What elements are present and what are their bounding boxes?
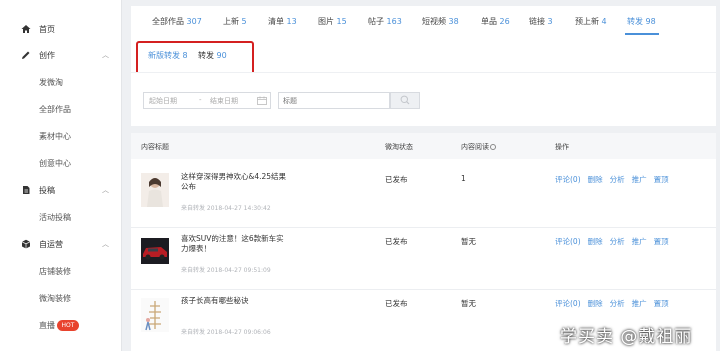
sidebar-item-material-center[interactable]: 素材中心 [0, 126, 122, 146]
home-icon [21, 24, 31, 34]
calendar-icon [257, 96, 267, 107]
row-status: 已发布 [385, 175, 408, 184]
table-row: 喜欢SUV的注意！这6款新车实力爆表！ 来自转发 2018-04-27 09:5… [131, 228, 716, 290]
sidebar-item-submit[interactable]: 投稿 ︿ [0, 180, 122, 200]
row-title[interactable]: 孩子长高有哪些秘诀 [181, 296, 291, 306]
sidebar-item-self-operation[interactable]: 自运营 ︿ [0, 234, 122, 254]
row-reads: 1 [461, 174, 466, 183]
table-header: 内容标题 微淘状态 内容阅读 操作 [131, 133, 716, 159]
annotation-highlight-box [136, 41, 254, 76]
comment-link[interactable]: 评论(0) [555, 175, 581, 184]
filter-bar: 起始日期 - 结束日期 [131, 72, 716, 126]
thumbnail-image[interactable] [141, 238, 169, 264]
title-search-input[interactable] [278, 92, 390, 109]
analyze-link[interactable]: 分析 [610, 299, 625, 308]
sidebar-item-activity-submit[interactable]: 活动投稿 [0, 207, 122, 227]
pin-link[interactable]: 置顶 [654, 175, 669, 184]
row-meta: 来自转发 2018-04-27 09:51:09 [181, 267, 271, 274]
sidebar-item-label: 创作 [39, 50, 55, 60]
sidebar-item-label: 首页 [39, 24, 55, 34]
thumbnail-image[interactable] [141, 298, 169, 332]
sidebar-item-label: 发微淘 [39, 77, 63, 87]
delete-link[interactable]: 删除 [588, 237, 603, 246]
table-row: 这样穿深得男神欢心&4.25结果公布 来自转发 2018-04-27 14:30… [131, 166, 716, 228]
sidebar-item-live[interactable]: 直播 HOT [0, 315, 122, 335]
pin-link[interactable]: 置顶 [654, 237, 669, 246]
delete-link[interactable]: 删除 [588, 299, 603, 308]
help-icon[interactable] [490, 144, 496, 150]
sidebar: 首页 创作 ︿ 发微淘 全部作品 素材中心 创意中心 投稿 ︿ 活动投稿 自运营… [0, 0, 122, 351]
column-header-ops: 操作 [555, 143, 569, 151]
comment-link[interactable]: 评论(0) [555, 299, 581, 308]
sidebar-item-create[interactable]: 创作 ︿ [0, 45, 122, 65]
chevron-up-icon[interactable]: ︿ [102, 185, 109, 195]
column-header-reads: 内容阅读 [461, 142, 496, 152]
row-actions: 评论(0) 删除 分析 推广 置顶 [555, 236, 676, 247]
search-button[interactable] [390, 92, 420, 109]
watermark-text: 学买卖 @戴祖丽 [560, 327, 693, 347]
pin-link[interactable]: 置顶 [654, 299, 669, 308]
date-range-picker[interactable]: 起始日期 - 结束日期 [143, 92, 271, 109]
chevron-up-icon[interactable]: ︿ [102, 239, 109, 249]
content-table: 内容标题 微淘状态 内容阅读 操作 这样穿深得男神欢心&4.25结果公布 来自转… [131, 133, 716, 351]
tab-list[interactable]: 清单 13 [268, 16, 297, 27]
start-date-placeholder: 起始日期 [149, 97, 177, 105]
analyze-link[interactable]: 分析 [610, 237, 625, 246]
sidebar-item-label: 直播 [39, 320, 55, 330]
document-icon [21, 185, 31, 195]
tab-links[interactable]: 链接 3 [529, 16, 553, 27]
sidebar-item-label: 微淘装修 [39, 293, 71, 303]
row-reads: 暂无 [461, 299, 476, 308]
end-date-placeholder: 结束日期 [210, 97, 238, 105]
pen-icon [21, 50, 31, 60]
row-title[interactable]: 这样穿深得男神欢心&4.25结果公布 [181, 172, 291, 192]
sidebar-item-all-works[interactable]: 全部作品 [0, 99, 122, 119]
tab-forward[interactable]: 转发 98 [627, 16, 656, 27]
tab-single-item[interactable]: 单品 26 [481, 16, 510, 27]
row-status: 已发布 [385, 237, 408, 246]
sidebar-item-weitao-decor[interactable]: 微淘装修 [0, 288, 122, 308]
comment-link[interactable]: 评论(0) [555, 237, 581, 246]
promote-link[interactable]: 推广 [632, 237, 647, 246]
sidebar-item-label: 活动投稿 [39, 212, 71, 222]
analyze-link[interactable]: 分析 [610, 175, 625, 184]
sidebar-item-label: 自运营 [39, 239, 63, 249]
row-status: 已发布 [385, 299, 408, 308]
box-icon [21, 239, 31, 249]
promote-link[interactable]: 推广 [632, 175, 647, 184]
row-meta: 来自转发 2018-04-27 09:06:06 [181, 329, 271, 336]
tab-images[interactable]: 图片 15 [318, 16, 347, 27]
tab-short-video[interactable]: 短视频 38 [422, 16, 459, 27]
delete-link[interactable]: 删除 [588, 175, 603, 184]
row-title[interactable]: 喜欢SUV的注意！这6款新车实力爆表！ [181, 234, 291, 254]
row-reads: 暂无 [461, 237, 476, 246]
column-header-status: 微淘状态 [385, 143, 413, 151]
tab-all-works[interactable]: 全部作品 307 [152, 16, 202, 27]
sidebar-item-post-weitao[interactable]: 发微淘 [0, 72, 122, 92]
row-actions: 评论(0) 删除 分析 推广 置顶 [555, 174, 676, 185]
hot-badge: HOT [57, 319, 79, 331]
sidebar-item-label: 素材中心 [39, 131, 71, 141]
promote-link[interactable]: 推广 [632, 299, 647, 308]
content-type-tabs: 全部作品 307 上新 5 清单 13 图片 15 帖子 163 短视频 38 … [131, 6, 716, 36]
sidebar-item-idea-center[interactable]: 创意中心 [0, 153, 122, 173]
sidebar-item-label: 创意中心 [39, 158, 71, 168]
sidebar-item-shop-decor[interactable]: 店铺装修 [0, 261, 122, 281]
sidebar-item-label: 全部作品 [39, 104, 71, 114]
search-icon [400, 95, 410, 107]
tab-pre-new[interactable]: 预上新 4 [575, 16, 607, 27]
sidebar-item-label: 投稿 [39, 185, 55, 195]
chevron-up-icon[interactable]: ︿ [102, 50, 109, 60]
active-tab-indicator [625, 33, 659, 35]
thumbnail-image[interactable] [141, 173, 169, 207]
tab-new[interactable]: 上新 5 [223, 16, 247, 27]
tab-posts[interactable]: 帖子 163 [368, 16, 402, 27]
row-actions: 评论(0) 删除 分析 推广 置顶 [555, 298, 676, 309]
date-separator: - [199, 96, 202, 104]
row-meta: 来自转发 2018-04-27 14:30:42 [181, 205, 271, 212]
sidebar-item-label: 店铺装修 [39, 266, 71, 276]
column-header-title: 内容标题 [141, 143, 169, 151]
sidebar-item-home[interactable]: 首页 [0, 19, 122, 39]
